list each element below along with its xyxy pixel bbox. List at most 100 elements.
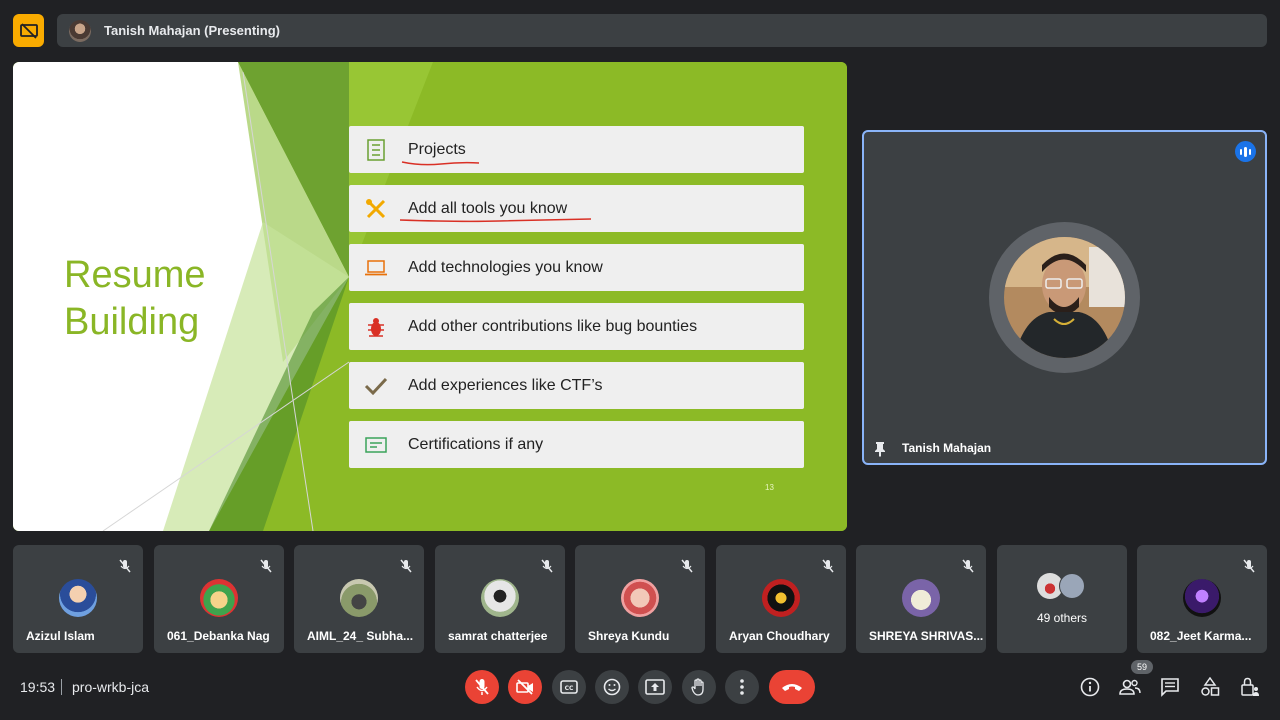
bug-icon	[368, 317, 384, 337]
avatar	[621, 579, 659, 617]
lock-person-icon	[1241, 677, 1259, 696]
others-tile[interactable]: 49 others	[997, 545, 1127, 653]
speaking-indicator-icon	[1235, 141, 1256, 162]
avatar	[762, 579, 800, 617]
mic-off-icon	[400, 559, 412, 573]
bullet-certifications: Certifications if any	[349, 421, 804, 468]
activities-button[interactable]	[1198, 675, 1222, 699]
participant-tile[interactable]: 061_Debanka Nag	[154, 545, 284, 653]
slide-title-line2: Building	[64, 301, 200, 343]
chat-button[interactable]	[1158, 675, 1182, 699]
participant-name: 061_Debanka Nag	[167, 629, 270, 643]
checklist-icon	[367, 138, 385, 161]
participant-name: AIML_24_ Subha...	[307, 629, 414, 643]
leave-call-button[interactable]	[769, 670, 815, 704]
shapes-icon	[1201, 677, 1220, 696]
avatar	[200, 579, 238, 617]
mic-off-icon	[541, 559, 553, 573]
avatar	[340, 579, 378, 617]
participant-name: Azizul Islam	[26, 629, 95, 643]
slide-title-line1: Resume	[64, 254, 206, 296]
people-icon	[1119, 679, 1141, 695]
avatar	[1183, 579, 1221, 617]
present-screen-icon	[645, 679, 665, 695]
participant-tile[interactable]: Shreya Kundu	[575, 545, 705, 653]
closed-captions-icon: CC	[560, 680, 578, 694]
captions-button[interactable]: CC	[552, 670, 586, 704]
participant-name: samrat chatterjee	[448, 629, 548, 643]
hand-icon	[691, 678, 704, 696]
mic-off-icon	[260, 559, 272, 573]
mic-off-icon	[962, 559, 974, 573]
pinned-participant-tile[interactable]: Tanish Mahajan	[862, 130, 1267, 465]
camera-toggle-button[interactable]	[508, 670, 542, 704]
meeting-code: pro-wrkb-jca	[72, 679, 150, 695]
participant-name: Shreya Kundu	[588, 629, 670, 643]
avatar	[59, 579, 97, 617]
stop-presenting-button[interactable]	[13, 14, 44, 47]
presenter-bar: Tanish Mahajan (Presenting)	[57, 14, 1267, 47]
presentation-slide: Resume Building Projects Add all tools y…	[13, 62, 847, 531]
participant-avatar-ring	[989, 222, 1140, 373]
bullet-text: Certifications if any	[408, 435, 544, 453]
bullet-contributions: Add other contributions like bug bountie…	[349, 303, 804, 350]
bullet-text: Projects	[408, 140, 466, 158]
bullet-text: Add other contributions like bug bountie…	[408, 317, 698, 335]
certificate-icon	[365, 436, 387, 453]
presenter-avatar	[69, 19, 91, 42]
laptop-icon	[365, 259, 387, 275]
participant-tile[interactable]: samrat chatterjee	[435, 545, 565, 653]
mic-off-icon	[119, 559, 131, 573]
present-screen-off-icon	[19, 22, 38, 39]
participant-tile[interactable]: Azizul Islam	[13, 545, 143, 653]
presenter-label: Tanish Mahajan (Presenting)	[104, 23, 281, 38]
reactions-button[interactable]	[595, 670, 629, 704]
participant-tile[interactable]: SHREYA SHRIVAS...	[856, 545, 986, 653]
bullet-text: Add technologies you know	[408, 258, 603, 276]
raise-hand-button[interactable]	[682, 670, 716, 704]
slide-number: 13	[765, 483, 774, 492]
participant-name: Tanish Mahajan	[902, 441, 992, 455]
bullet-text: Add all tools you know	[408, 199, 568, 217]
participant-name: 082_Jeet Karma...	[1150, 629, 1252, 643]
hang-up-icon	[782, 684, 802, 691]
more-options-button[interactable]	[725, 670, 759, 704]
people-count-badge: 59	[1131, 660, 1153, 674]
bullet-experiences: Add experiences like CTF’s	[349, 362, 804, 409]
red-underline-annotation	[401, 161, 480, 166]
participant-tile[interactable]: AIML_24_ Subha...	[294, 545, 424, 653]
avatar	[481, 579, 519, 617]
others-count: 49 others	[1036, 611, 1088, 625]
mic-off-icon	[822, 559, 834, 573]
microphone-toggle-button[interactable]	[465, 670, 499, 704]
present-now-button[interactable]	[638, 670, 672, 704]
divider	[61, 679, 62, 695]
participant-name: Aryan Choudhary	[729, 629, 830, 643]
avatar	[1059, 573, 1085, 599]
avatar	[1004, 237, 1125, 358]
avatar	[902, 579, 940, 617]
bullet-technologies: Add technologies you know	[349, 244, 804, 291]
mic-off-icon	[681, 559, 693, 573]
emoji-icon	[603, 678, 621, 696]
info-icon	[1080, 677, 1100, 697]
participant-name: SHREYA SHRIVAS...	[869, 629, 984, 643]
host-controls-button[interactable]	[1238, 675, 1262, 699]
meeting-details-button[interactable]	[1078, 675, 1102, 699]
chat-icon	[1161, 678, 1179, 697]
pin-icon[interactable]	[873, 441, 887, 457]
people-button[interactable]	[1118, 675, 1142, 699]
mic-off-icon	[475, 679, 489, 695]
clock: 19:53	[20, 679, 56, 695]
mic-off-icon	[1243, 559, 1255, 573]
slide-title: Resume Building	[64, 252, 206, 346]
camera-off-icon	[516, 679, 533, 695]
participant-tile[interactable]: 082_Jeet Karma...	[1137, 545, 1267, 653]
svg-text:CC: CC	[565, 685, 574, 692]
tools-icon	[366, 198, 386, 218]
participant-tile[interactable]: Aryan Choudhary	[716, 545, 846, 653]
bullet-tools: Add all tools you know	[349, 185, 804, 232]
red-underline-annotation	[399, 218, 592, 223]
checkmark-icon	[364, 377, 388, 395]
bullet-text: Add experiences like CTF’s	[408, 376, 603, 394]
